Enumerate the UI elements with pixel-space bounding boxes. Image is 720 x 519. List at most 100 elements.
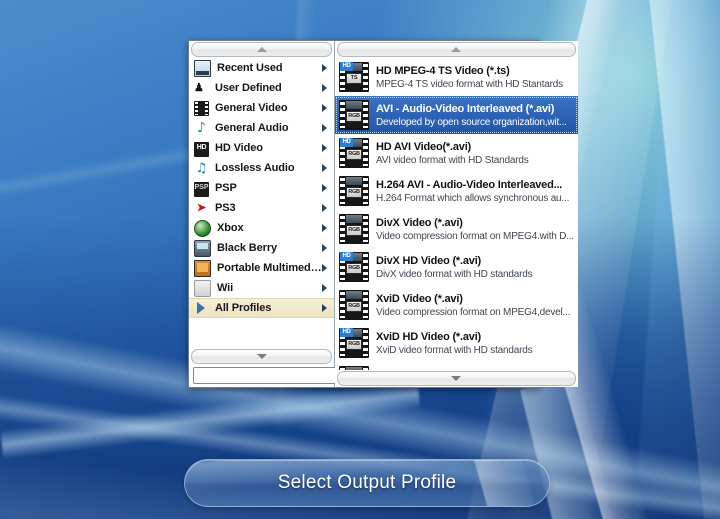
sidebar-item-label: Wii	[217, 282, 234, 294]
user-icon: ♟	[194, 81, 204, 94]
sidebar-item-general-audio[interactable]: ♪ General Audio	[189, 118, 334, 138]
profile-list-item[interactable]: RGB DivX Video (*.avi) Video compression f…	[335, 210, 578, 248]
chevron-right-icon	[322, 244, 327, 252]
portable-device-icon	[194, 259, 211, 277]
music-note-icon: ♪	[197, 119, 206, 136]
sidebar-item-label: User Defined	[215, 82, 282, 94]
category-scroll-down-button[interactable]	[191, 349, 332, 364]
profile-list-item[interactable]: RGB XviD Video (*.avi) Video compression f…	[335, 286, 578, 324]
film-strip-format-icon: RGB HD	[339, 252, 369, 282]
profile-text: DivX Video (*.avi) Video compression form…	[376, 217, 574, 242]
profile-title: DivX Video (*.avi)	[376, 216, 463, 229]
profile-list-item[interactable]: RGB HD DivX HD Video (*.avi) DivX video for…	[335, 248, 578, 286]
film-strip-format-icon: RGB	[339, 214, 369, 244]
profile-description: XviD video format with HD standards	[376, 344, 533, 356]
search-row: 🔍	[189, 365, 359, 387]
sidebar-item-label: General Audio	[215, 122, 289, 134]
profile-title: AVI - Audio-Video Interleaved (*.avi)	[376, 102, 555, 115]
category-list: Recent Used ♟ User Defined General Video ♪ Ge…	[189, 58, 334, 348]
codec-chip-label: RGB	[346, 111, 362, 122]
film-frame	[346, 101, 362, 109]
film-frame	[346, 291, 362, 299]
profile-list-item[interactable]: TS HD HD MPEG-4 TS Video (*.ts) MPEG-4 TS v…	[335, 58, 578, 96]
film-strip-format-icon: TS HD	[339, 62, 369, 92]
film-strip-format-icon: RGB HD	[339, 328, 369, 358]
profile-scroll-up-button[interactable]	[337, 42, 576, 57]
sidebar-item-general-video[interactable]: General Video	[189, 98, 334, 118]
hd-badge-icon: HD	[340, 252, 353, 261]
sidebar-item-hd-video[interactable]: HD HD Video	[189, 138, 334, 158]
sidebar-item-user-defined[interactable]: ♟ User Defined	[189, 78, 334, 98]
wii-icon	[194, 279, 211, 297]
profile-list-item[interactable]: RGB H.264 AVI - Audio-Video Interleaved..…	[335, 172, 578, 210]
chevron-right-icon	[322, 84, 327, 92]
sidebar-item-label: Recent Used	[217, 62, 283, 74]
codec-chip-label: TS	[346, 73, 362, 84]
codec-chip-label: RGB	[346, 149, 362, 160]
triangle-down-icon	[256, 354, 267, 359]
chevron-right-icon	[322, 164, 327, 172]
sidebar-item-ps3[interactable]: ➤ PS3	[189, 198, 334, 218]
sidebar-item-black-berry[interactable]: Black Berry	[189, 238, 334, 258]
profile-list-item[interactable]: RGB HD XviD HD Video (*.avi) XviD video for…	[335, 324, 578, 362]
codec-chip-label: RGB	[346, 225, 362, 236]
film-strip-icon	[194, 100, 209, 116]
chevron-right-icon	[322, 204, 327, 212]
profile-title: HD MPEG-4 TS Video (*.ts)	[376, 64, 510, 77]
profile-description: Developed by open source organization,wi…	[376, 116, 567, 128]
sidebar-item-psp[interactable]: PSP PSP	[189, 178, 334, 198]
profile-title: DivX HD Video (*.avi)	[376, 254, 482, 267]
select-output-profile-label: Select Output Profile	[277, 472, 457, 493]
profile-scroll-down-button[interactable]	[337, 371, 576, 386]
profile-description: AVI video format with HD Standards	[376, 154, 529, 166]
profile-list-item[interactable]: RGB HD HD AVI Video(*.avi) AVI video format…	[335, 134, 578, 172]
profile-description: H.264 Format which allows synchronous au…	[376, 192, 570, 204]
chevron-right-icon	[322, 264, 327, 272]
sidebar-item-label: Black Berry	[217, 242, 278, 254]
category-scroll-up-button[interactable]	[191, 42, 332, 57]
hd-badge-icon: HD	[340, 62, 353, 71]
chevron-right-icon	[322, 144, 327, 152]
profile-text: HD AVI Video(*.avi) AVI video format with…	[376, 141, 574, 166]
profile-panel: TS HD HD MPEG-4 TS Video (*.ts) MPEG-4 TS v…	[335, 41, 578, 387]
codec-chip-label: RGB	[346, 263, 362, 274]
profile-list-item[interactable]: RGB AVI - Audio-Video Interleaved (*.avi)…	[335, 96, 578, 134]
film-strip-format-icon: RGB	[339, 100, 369, 130]
film-frame	[346, 177, 362, 185]
sidebar-item-recent-used[interactable]: Recent Used	[189, 58, 334, 78]
chevron-right-icon	[322, 304, 327, 312]
profile-title: H.264 AVI - Audio-Video Interleaved...	[376, 178, 563, 191]
select-output-profile-button[interactable]: Select Output Profile	[184, 459, 550, 507]
category-panel: Recent Used ♟ User Defined General Video ♪ Ge…	[189, 41, 359, 387]
profile-text: H.264 AVI - Audio-Video Interleaved... H.…	[376, 179, 574, 204]
chevron-right-icon	[322, 104, 327, 112]
sidebar-item-portable-multimedia-dev[interactable]: Portable Multimedia Dev...	[189, 258, 334, 278]
chevron-right-icon	[322, 224, 327, 232]
profile-list-item[interactable]: MPEG-4 Video (*.mp4)	[335, 362, 578, 370]
chevron-right-icon	[322, 64, 327, 72]
profile-text: DivX HD Video (*.avi) DivX video format w…	[376, 255, 574, 280]
profile-description: DivX video format with HD standards	[376, 268, 533, 280]
profile-description: Video compression format on MPEG4,devel.…	[376, 306, 571, 318]
sidebar-item-label: General Video	[215, 102, 288, 114]
sidebar-item-xbox[interactable]: Xbox	[189, 218, 334, 238]
chevron-right-icon	[322, 284, 327, 292]
profile-title: HD AVI Video(*.avi)	[376, 140, 472, 153]
sidebar-item-wii[interactable]: Wii	[189, 278, 334, 298]
profile-description: MPEG-4 TS video format with HD Stantards	[376, 78, 563, 90]
blackberry-icon	[194, 239, 211, 257]
music-notes-icon: ♫	[195, 160, 208, 176]
sidebar-item-lossless-audio[interactable]: ♫ Lossless Audio	[189, 158, 334, 178]
chevron-right-icon	[322, 124, 327, 132]
sidebar-item-label: Xbox	[217, 222, 244, 234]
codec-chip-label: RGB	[346, 187, 362, 198]
profile-list: TS HD HD MPEG-4 TS Video (*.ts) MPEG-4 TS v…	[335, 58, 578, 370]
profile-text: XviD Video (*.avi) Video compression form…	[376, 293, 574, 318]
sidebar-item-all-profiles[interactable]: All Profiles	[189, 298, 334, 318]
film-frame	[346, 215, 362, 223]
button-glare	[467, 460, 549, 506]
search-input[interactable]	[193, 366, 343, 384]
hd-badge-icon: HD	[340, 138, 353, 147]
profile-title: XviD Video (*.avi)	[376, 292, 463, 305]
sidebar-item-label: HD Video	[215, 142, 263, 154]
